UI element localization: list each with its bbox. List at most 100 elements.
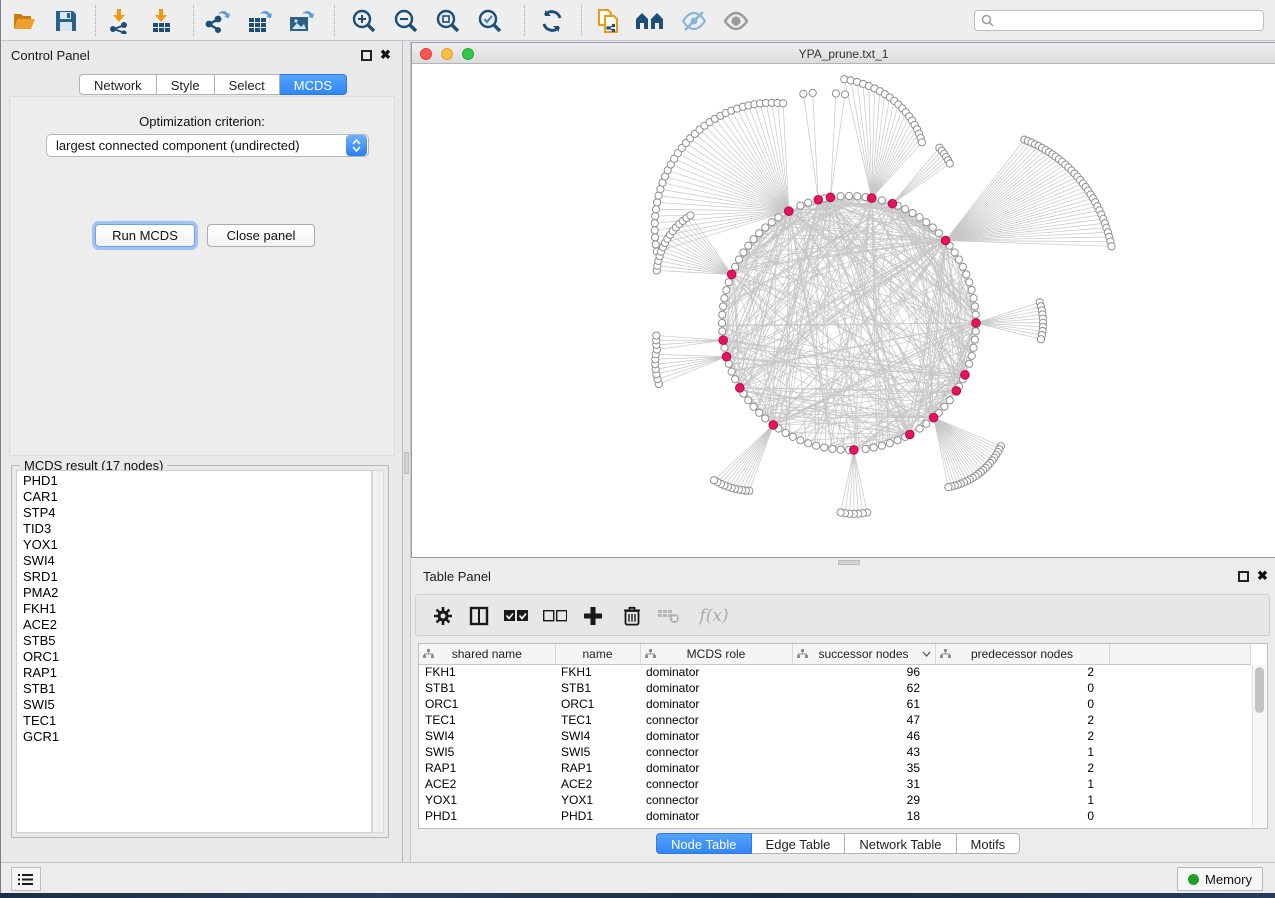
vertical-splitter[interactable]	[403, 41, 411, 862]
table-cell[interactable]: PHD1	[555, 808, 640, 824]
table-cell[interactable]: ORC1	[555, 696, 640, 712]
table-row[interactable]: TEC1TEC1connector472	[419, 712, 1251, 728]
table-row[interactable]: SWI5SWI5connector431	[419, 744, 1251, 760]
column-header-successor-nodes[interactable]: successor nodes	[792, 644, 935, 664]
table-cell[interactable]: FKH1	[419, 664, 555, 680]
show-all-button[interactable]	[721, 6, 751, 36]
table-cell[interactable]: STB1	[555, 680, 640, 696]
tab-edge-table[interactable]: Edge Table	[752, 833, 846, 854]
tab-mcds[interactable]: MCDS	[280, 74, 347, 95]
tab-style[interactable]: Style	[157, 74, 215, 95]
network-canvas[interactable]	[412, 64, 1275, 557]
table-cell[interactable]: RAP1	[419, 760, 555, 776]
table-cell[interactable]: 18	[792, 808, 935, 824]
tab-node-table[interactable]: Node Table	[656, 833, 752, 854]
table-scrollbar-thumb[interactable]	[1255, 667, 1264, 713]
mcds-result-item[interactable]: CAR1	[23, 489, 371, 505]
table-cell[interactable]: dominator	[640, 680, 792, 696]
table-cell[interactable]: 29	[792, 792, 935, 808]
horizontal-splitter[interactable]	[411, 558, 1275, 567]
table-cell[interactable]: SWI4	[419, 728, 555, 744]
first-neighbors-button[interactable]	[635, 6, 665, 36]
function-builder-button[interactable]: f(x)	[694, 601, 734, 631]
table-cell[interactable]: ACE2	[555, 776, 640, 792]
table-cell[interactable]: connector	[640, 712, 792, 728]
table-cell[interactable]: SWI4	[555, 728, 640, 744]
table-row[interactable]: STB1STB1dominator620	[419, 680, 1251, 696]
table-cell[interactable]: 1	[935, 776, 1109, 792]
search-input[interactable]	[999, 14, 1257, 28]
refresh-button[interactable]	[537, 6, 567, 36]
table-row[interactable]: PHD1PHD1dominator180	[419, 808, 1251, 824]
table-row[interactable]: YOX1YOX1connector291	[419, 792, 1251, 808]
table-cell[interactable]: TEC1	[555, 712, 640, 728]
table-scrollbar[interactable]	[1252, 665, 1266, 827]
tab-motifs[interactable]: Motifs	[957, 833, 1021, 854]
table-cell[interactable]: 35	[792, 760, 935, 776]
optimization-criterion-select[interactable]: largest connected component (undirected)	[46, 134, 369, 157]
mcds-result-item[interactable]: TID3	[23, 521, 371, 537]
mcds-result-item[interactable]: PMA2	[23, 585, 371, 601]
close-mcds-panel-button[interactable]: Close panel	[207, 224, 315, 247]
panels-menu-button[interactable]	[11, 867, 41, 891]
table-cell[interactable]: connector	[640, 792, 792, 808]
table-cell[interactable]: 0	[935, 680, 1109, 696]
table-cell[interactable]: 0	[935, 808, 1109, 824]
mcds-result-list[interactable]: PHD1CAR1STP4TID3YOX1SWI4SRD1PMA2FKH1ACE2…	[16, 470, 372, 833]
mcds-result-item[interactable]: SWI4	[23, 553, 371, 569]
table-cell[interactable]: 47	[792, 712, 935, 728]
mcds-result-item[interactable]: ACE2	[23, 617, 371, 633]
export-image-button[interactable]	[287, 6, 317, 36]
table-cell[interactable]: FKH1	[555, 664, 640, 680]
table-cell[interactable]: YOX1	[555, 792, 640, 808]
mcds-result-item[interactable]: PHD1	[23, 473, 371, 489]
hide-selected-button[interactable]	[679, 6, 709, 36]
table-cell[interactable]: dominator	[640, 728, 792, 744]
table-cell[interactable]: SWI5	[555, 744, 640, 760]
close-panel-button[interactable]: ✖	[1257, 568, 1268, 584]
add-row-button[interactable]	[578, 601, 608, 631]
delete-table-button[interactable]	[654, 601, 684, 631]
delete-row-button[interactable]	[617, 601, 647, 631]
mcds-result-item[interactable]: STB1	[23, 681, 371, 697]
copy-current-style-button[interactable]	[593, 6, 623, 36]
table-row[interactable]: FKH1FKH1dominator962	[419, 664, 1251, 680]
search-field[interactable]	[974, 10, 1264, 31]
table-cell[interactable]: ORC1	[419, 696, 555, 712]
float-panel-button[interactable]	[361, 50, 372, 61]
mcds-result-item[interactable]: TEC1	[23, 713, 371, 729]
select-all-button[interactable]	[501, 601, 531, 631]
table-cell[interactable]: YOX1	[419, 792, 555, 808]
zoom-fit-button[interactable]	[433, 6, 463, 36]
memory-button[interactable]: Memory	[1177, 867, 1263, 891]
table-cell[interactable]: TEC1	[419, 712, 555, 728]
table-options-button[interactable]	[428, 601, 458, 631]
column-header-name[interactable]: name	[555, 644, 640, 664]
table-cell[interactable]: 43	[792, 744, 935, 760]
zoom-out-button[interactable]	[391, 6, 421, 36]
table-cell[interactable]: ACE2	[419, 776, 555, 792]
column-header-mcds-role[interactable]: MCDS role	[640, 644, 792, 664]
table-cell[interactable]: 1	[935, 792, 1109, 808]
column-header-predecessor-nodes[interactable]: predecessor nodes	[935, 644, 1109, 664]
table-cell[interactable]: 0	[935, 696, 1109, 712]
table-cell[interactable]: RAP1	[555, 760, 640, 776]
table-cell[interactable]: 61	[792, 696, 935, 712]
column-header-shared-name[interactable]: shared name	[419, 644, 555, 664]
table-cell[interactable]: SWI5	[419, 744, 555, 760]
export-network-button[interactable]	[203, 6, 233, 36]
close-panel-button[interactable]: ✖	[380, 47, 391, 63]
mcds-result-item[interactable]: STB5	[23, 633, 371, 649]
import-table-button[interactable]	[147, 6, 177, 36]
mcds-result-item[interactable]: YOX1	[23, 537, 371, 553]
run-mcds-button[interactable]: Run MCDS	[95, 224, 195, 247]
mcds-result-item[interactable]: FKH1	[23, 601, 371, 617]
splitter-grip[interactable]	[404, 452, 409, 474]
table-cell[interactable]: 96	[792, 664, 935, 680]
mcds-result-item[interactable]: STP4	[23, 505, 371, 521]
open-file-button[interactable]	[9, 6, 39, 36]
table-cell[interactable]: connector	[640, 744, 792, 760]
table-cell[interactable]: connector	[640, 776, 792, 792]
import-network-button[interactable]	[105, 6, 135, 36]
mcds-result-item[interactable]: ORC1	[23, 649, 371, 665]
